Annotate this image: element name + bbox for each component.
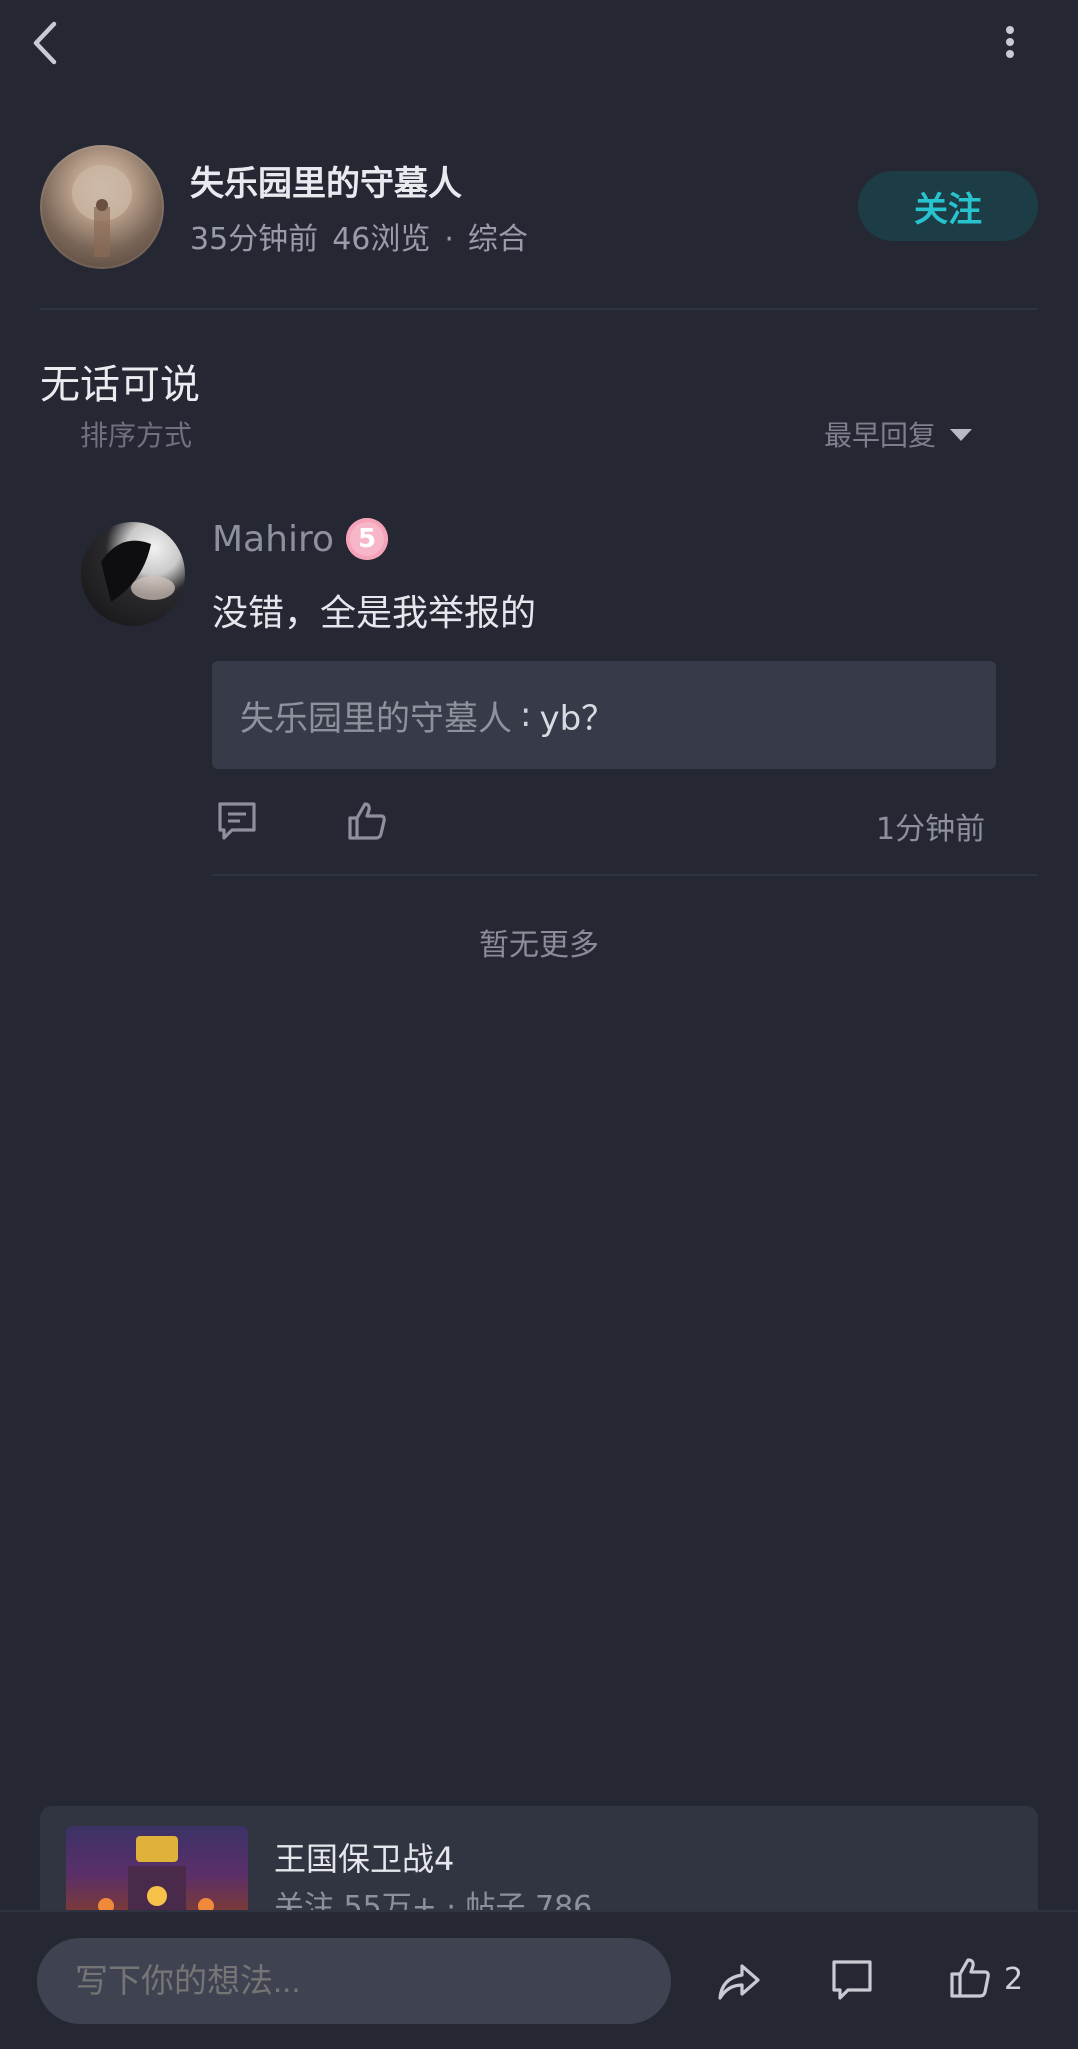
post-meta: 35分钟前 46浏览 · 综合 bbox=[190, 214, 542, 258]
view-count: 46浏览 bbox=[332, 222, 431, 257]
quoted-user[interactable]: 失乐园里的守墓人 bbox=[240, 691, 512, 740]
no-more-text: 暂无更多 bbox=[479, 928, 599, 963]
post-time: 35分钟前 bbox=[190, 222, 319, 257]
avatar-image bbox=[72, 165, 132, 257]
commenter-name[interactable]: Mahiro bbox=[212, 519, 334, 560]
divider bbox=[212, 874, 1038, 876]
thumbs-up-icon bbox=[950, 1958, 990, 1998]
comment-input[interactable] bbox=[37, 1938, 671, 2024]
quoted-reply[interactable]: 失乐园里的守墓人 : yb？ bbox=[212, 661, 996, 769]
comment-icon bbox=[218, 802, 256, 840]
commenter-name-row: Mahiro 5 bbox=[212, 518, 388, 560]
comment-text: 没错，全是我举报的 bbox=[212, 593, 537, 634]
follow-button[interactable]: 关注 bbox=[858, 171, 1038, 241]
avatar-image bbox=[101, 540, 175, 602]
author-name[interactable]: 失乐园里的守墓人 bbox=[190, 156, 462, 205]
more-vertical-icon bbox=[1006, 26, 1014, 58]
quoted-text: yb？ bbox=[539, 698, 616, 739]
reply-button[interactable] bbox=[214, 798, 260, 844]
sort-dropdown[interactable]: 最早回复 bbox=[824, 414, 973, 454]
thumbs-up-icon bbox=[348, 802, 386, 840]
post-content: 无话可说 bbox=[40, 362, 200, 408]
comment-like-button[interactable] bbox=[344, 798, 390, 844]
share-button[interactable] bbox=[714, 1958, 762, 2006]
divider bbox=[40, 308, 1038, 310]
share-icon bbox=[718, 1964, 760, 2000]
chevron-left-icon bbox=[33, 21, 57, 65]
caret-down-icon bbox=[950, 429, 973, 441]
sort-label: 排序方式 bbox=[80, 419, 193, 452]
quote-separator: : bbox=[520, 695, 532, 735]
like-count: 2 bbox=[1004, 1962, 1024, 1997]
comments-button[interactable] bbox=[828, 1956, 876, 2004]
forum-name: 王国保卫战4 bbox=[274, 1840, 455, 1878]
commenter-avatar[interactable] bbox=[81, 522, 185, 626]
author-avatar[interactable] bbox=[40, 145, 164, 269]
sort-value: 最早回复 bbox=[824, 419, 937, 452]
level-badge: 5 bbox=[345, 518, 388, 560]
meta-dot: · bbox=[444, 222, 454, 257]
comment-time: 1分钟前 bbox=[876, 812, 986, 847]
chat-icon bbox=[832, 1960, 872, 2000]
post-category: 综合 bbox=[467, 222, 528, 257]
more-options-button[interactable] bbox=[990, 22, 1030, 62]
post-like-button[interactable] bbox=[946, 1954, 994, 2002]
back-button[interactable] bbox=[30, 18, 80, 68]
